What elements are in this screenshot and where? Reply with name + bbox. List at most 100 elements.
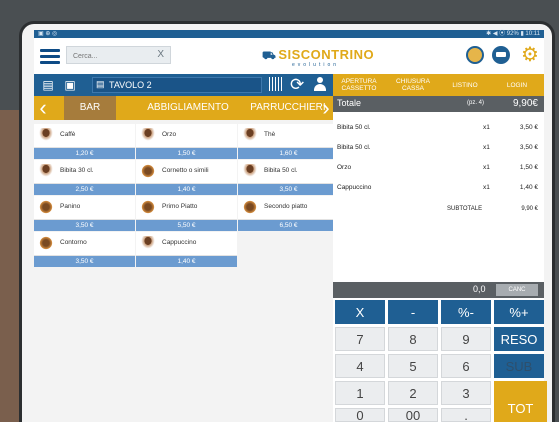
product-price: 3,50 € [238,184,339,195]
action-bar: APERTURA CASSETTO CHIUSURA CASSA LISTINO… [333,74,544,96]
key-5[interactable]: 5 [388,354,438,378]
line-qty: x1 [483,164,490,171]
tablet-screen: ▣ ⊕ ◎ ✱ ◀ ⦿ 92% ▮ 10:11 X ⛟SISCONTRINO e… [22,24,552,422]
search-input[interactable] [71,48,157,64]
refresh-icon[interactable]: ⟳ [290,74,304,96]
customer-icon[interactable] [314,77,326,91]
key-x[interactable]: X [335,300,385,324]
key-decimal[interactable]: . [441,408,491,422]
key-3[interactable]: 3 [441,381,491,405]
product-tile[interactable]: Bibita 30 cl. 2,50 € [34,160,135,196]
pieces-count: (pz. 4) [467,100,485,106]
menu-icon[interactable] [40,46,60,64]
cancel-button[interactable]: CANC [496,284,538,296]
product-tile[interactable]: Cappuccino 1,40 € [136,232,237,268]
key-0[interactable]: 0 [335,408,385,422]
product-tile[interactable]: Cornetto o simili 1,40 € [136,160,237,196]
receipt-line[interactable]: Orzo x1 1,50 € [333,158,544,178]
category-bar: ‹ BAR ABBIGLIAMENTO PARRUCCHIERI › [34,96,333,120]
product-name: Cornetto o simili [162,167,209,174]
cart-icon: ⛟ [262,50,277,62]
line-amount: 1,40 € [519,184,538,191]
product-tile[interactable]: Thè 1,60 € [238,124,339,160]
plate-icon [38,200,54,214]
key-minus[interactable]: - [388,300,438,324]
coffee-cup-icon [38,164,54,178]
table-selector[interactable]: ▤ TAVOLO 2 [92,77,262,93]
android-status-bar: ▣ ⊕ ◎ ✱ ◀ ⦿ 92% ▮ 10:11 [34,30,544,38]
total-button[interactable]: TOT [494,381,547,422]
product-name: Thè [264,131,276,138]
subtotal-amount: 9,90 € [521,206,538,212]
display-icon[interactable] [492,46,510,64]
product-tile[interactable]: Contorno 3,50 € [34,232,135,268]
user-avatar-icon[interactable] [466,46,484,64]
coffee-cup-icon [38,128,54,142]
product-tile[interactable]: Primo Piatto 5,50 € [136,196,237,232]
key-2[interactable]: 2 [388,381,438,405]
product-tile[interactable]: Caffè 1,20 € [34,124,135,160]
line-name: Bibita 50 cl. [337,144,371,151]
product-price: 1,60 € [238,148,339,159]
plate-icon [38,236,54,250]
receipt-line[interactable]: Cappuccino x1 1,40 € [333,178,544,198]
keypad-display: 0,0 CANC [333,282,544,298]
key-1[interactable]: 1 [335,381,385,405]
login-button[interactable]: LOGIN [491,74,543,96]
total-label: Totale [337,98,362,108]
product-price: 3,50 € [34,220,135,231]
save-icon[interactable]: ▣ [64,78,76,92]
category-abbigliamento-tab[interactable]: ABBIGLIAMENTO [128,96,248,120]
coffee-cup-icon [140,236,156,250]
key-9[interactable]: 9 [441,327,491,351]
product-tile[interactable]: Orzo 1,50 € [136,124,237,160]
subtotal-button[interactable]: SUB [494,354,544,378]
subtotal-row: SUBTOTALE 9,90 € [333,206,544,222]
open-drawer-button[interactable]: APERTURA CASSETTO [333,74,385,96]
product-name: Bibita 30 cl. [60,167,94,174]
receipt-line[interactable]: Bibita 50 cl. x1 3,50 € [333,118,544,138]
coffee-cup-icon [242,128,258,142]
product-name: Secondo piatto [264,203,308,210]
status-right-info: ✱ ◀ ⦿ 92% ▮ 10:11 [486,31,540,37]
search-clear-button[interactable]: X [157,49,164,60]
line-qty: x1 [483,184,490,191]
key-00[interactable]: 00 [388,408,438,422]
receipt-icon[interactable]: ▤ [42,78,54,92]
plate-icon [140,200,156,214]
category-bar-tab[interactable]: BAR [64,96,116,120]
subtotal-label: SUBTOTALE [447,206,483,212]
close-register-button[interactable]: CHIUSURA CASSA [387,74,439,96]
return-button[interactable]: RESO [494,327,544,351]
tablet-holder-hand [0,110,22,422]
product-name: Caffè [60,131,76,138]
line-name: Bibita 50 cl. [337,124,371,131]
product-price: 6,50 € [238,220,339,231]
line-amount: 3,50 € [519,144,538,151]
product-tile[interactable]: Secondo piatto 6,50 € [238,196,339,232]
product-name: Orzo [162,131,177,138]
product-price: 1,20 € [34,148,135,159]
price-list-button[interactable]: LISTINO [439,74,491,96]
product-price: 1,50 € [136,148,237,159]
product-price: 1,40 € [136,256,237,267]
product-price: 1,40 € [136,184,237,195]
key-8[interactable]: 8 [388,327,438,351]
receipt-line[interactable]: Bibita 50 cl. x1 3,50 € [333,138,544,158]
total-header: Totale (pz. 4) 9,90€ [333,96,544,112]
product-tile[interactable]: Panino 3,50 € [34,196,135,232]
chevron-left-icon[interactable]: ‹ [34,96,52,120]
gear-icon[interactable]: ⚙ [520,45,540,65]
total-amount: 9,90€ [512,98,538,109]
product-name: Bibita 50 cl. [264,167,298,174]
app-header: X ⛟SISCONTRINO evolution ⚙ [34,38,544,74]
key-6[interactable]: 6 [441,354,491,378]
barcode-icon[interactable] [269,77,283,91]
key-4[interactable]: 4 [335,354,385,378]
search-box: X [66,46,171,64]
status-left-icons: ▣ ⊕ ◎ [38,31,58,37]
key-7[interactable]: 7 [335,327,385,351]
product-tile[interactable]: Bibita 50 cl. 3,50 € [238,160,339,196]
key-percent-plus[interactable]: %+ [494,300,544,324]
key-percent-minus[interactable]: %- [441,300,491,324]
